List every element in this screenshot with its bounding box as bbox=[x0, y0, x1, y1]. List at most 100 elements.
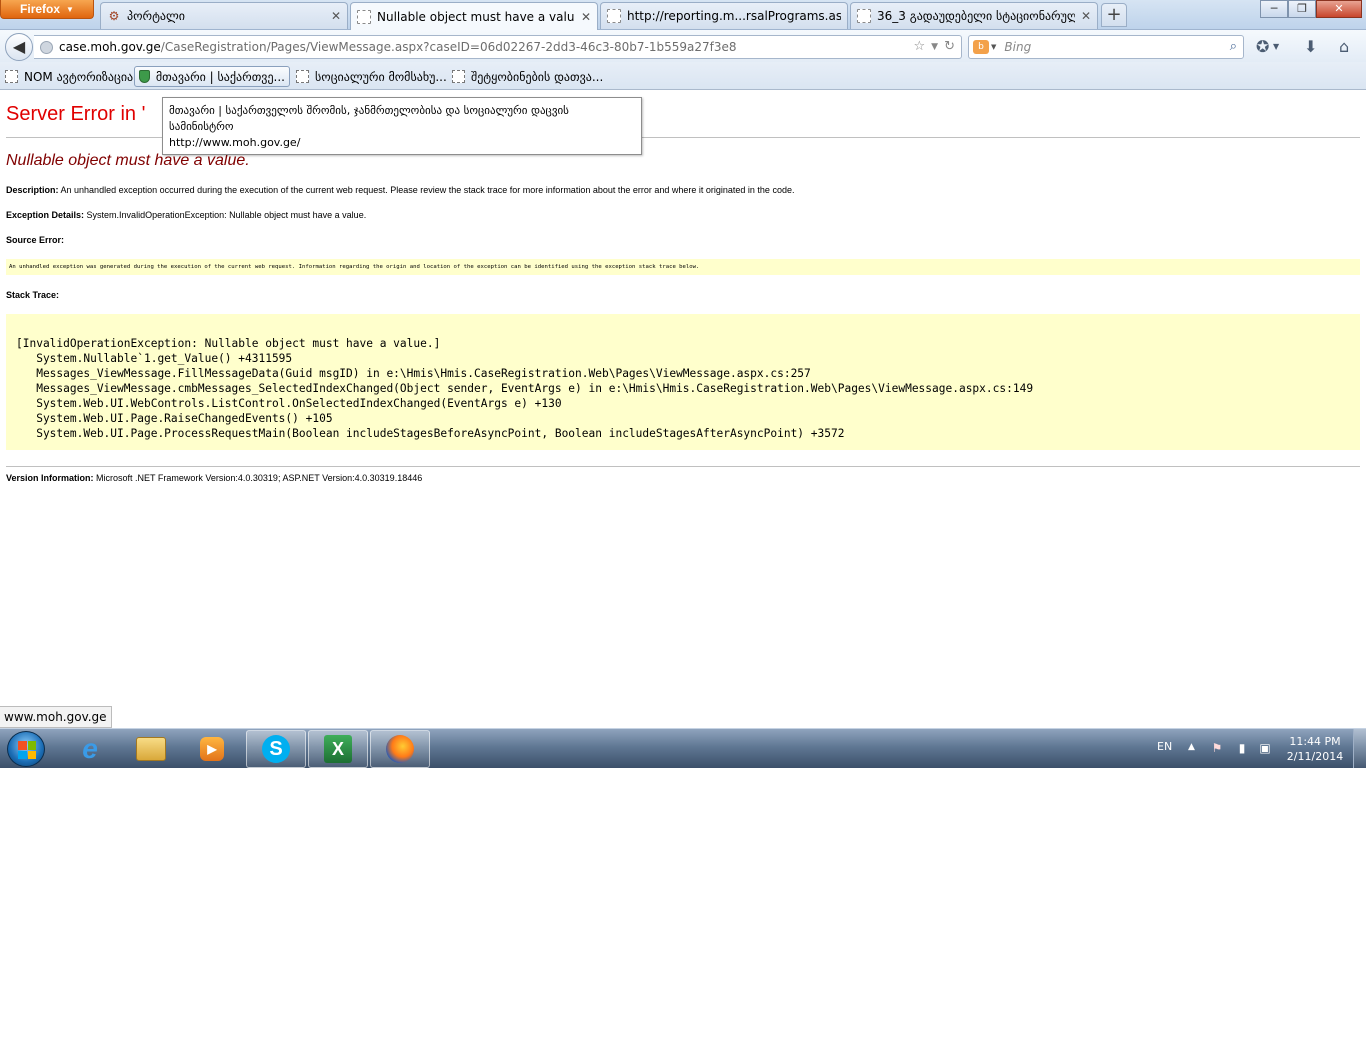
source-error-box: An unhandled exception was generated dur… bbox=[6, 259, 1360, 275]
gear-favicon-icon: ⚙ bbox=[108, 9, 120, 23]
show-desktop-button[interactable] bbox=[1353, 729, 1366, 768]
exception-text: System.InvalidOperationException: Nullab… bbox=[86, 210, 367, 220]
windows-logo-icon bbox=[18, 741, 36, 759]
close-icon[interactable]: ✕ bbox=[1081, 9, 1091, 23]
blank-page-icon bbox=[296, 70, 309, 83]
window-close-button[interactable]: ✕ bbox=[1316, 0, 1362, 18]
search-bar[interactable]: b ▼ Bing ⌕ bbox=[968, 35, 1244, 59]
close-icon[interactable]: ✕ bbox=[581, 10, 591, 24]
restore-button[interactable]: ❐ bbox=[1288, 0, 1316, 18]
excel-icon: X bbox=[324, 735, 352, 763]
close-icon[interactable]: ✕ bbox=[331, 9, 341, 23]
bookmark-label: NOM ავტორიზაცია bbox=[24, 69, 134, 84]
start-button[interactable] bbox=[7, 731, 45, 767]
firefox-menu-label: Firefox bbox=[20, 2, 61, 16]
taskbar-internet-explorer[interactable]: e bbox=[60, 730, 120, 768]
downloads-icon[interactable]: ⬇ bbox=[1304, 37, 1317, 56]
tab-title: 36_3 გადაუდებელი სტაციონარულ... bbox=[877, 9, 1075, 23]
divider bbox=[6, 466, 1360, 467]
source-error-label: Source Error: bbox=[6, 235, 65, 245]
language-indicator[interactable]: EN bbox=[1157, 740, 1172, 753]
blank-page-icon bbox=[5, 70, 18, 83]
tab-title: http://reporting.m...rsalPrograms.aspx bbox=[627, 9, 841, 23]
globe-icon bbox=[40, 40, 53, 54]
bookmark-label: სოციალური მომსახუ... bbox=[315, 69, 447, 84]
tab-36-3[interactable]: 36_3 გადაუდებელი სტაციონარულ... ✕ bbox=[850, 2, 1098, 29]
windows-taskbar: e ▶ S X EN ▲ ⚑ ▮ ▣ 11:44 PM 2/11/2014 bbox=[0, 728, 1366, 768]
back-button[interactable]: ◀ bbox=[5, 33, 33, 61]
navigation-bar: ◀ case.moh.gov.ge /CaseRegistration/Page… bbox=[0, 30, 1366, 62]
taskbar-excel[interactable]: X bbox=[308, 730, 368, 768]
back-arrow-icon: ◀ bbox=[12, 37, 26, 56]
chevron-down-icon[interactable]: ▼ bbox=[1273, 42, 1279, 51]
taskbar-skype[interactable]: S bbox=[246, 730, 306, 768]
clock-date: 2/11/2014 bbox=[1286, 750, 1344, 763]
battery-icon[interactable]: ▮ bbox=[1235, 741, 1249, 755]
bookmark-tooltip: მთავარი | საქართველოს შრომის, ჯანმრთელობ… bbox=[162, 97, 642, 155]
internet-explorer-icon: e bbox=[82, 733, 98, 764]
bing-engine-icon[interactable]: b bbox=[973, 40, 989, 54]
exception-label: Exception Details: bbox=[6, 210, 85, 220]
taskbar-file-explorer[interactable] bbox=[121, 730, 181, 768]
stack-trace-label: Stack Trace: bbox=[6, 290, 60, 300]
tooltip-url: http://www.moh.gov.ge/ bbox=[169, 136, 301, 149]
url-bar[interactable]: case.moh.gov.ge /CaseRegistration/Pages/… bbox=[34, 35, 962, 59]
description-text: An unhandled exception occurred during t… bbox=[60, 185, 795, 195]
network-error-icon[interactable]: ⚑ bbox=[1210, 741, 1224, 755]
taskbar-media-player[interactable]: ▶ bbox=[182, 730, 242, 768]
stack-trace-row: Stack Trace: bbox=[6, 290, 59, 300]
tab-title: პორტალი bbox=[127, 9, 186, 23]
server-error-heading: Server Error in ' bbox=[6, 103, 146, 125]
home-icon[interactable]: ⌂ bbox=[1339, 37, 1349, 56]
bookmark-label: მთავარი | საქართვე... bbox=[155, 69, 285, 84]
tab-strip: Firefox ▼ ⚙ პორტალი ✕ Nullable object mu… bbox=[0, 0, 1366, 30]
stack-trace-box: [InvalidOperationException: Nullable obj… bbox=[6, 314, 1360, 450]
chevron-down-icon[interactable]: ▼ bbox=[991, 43, 996, 51]
status-link-url: www.moh.gov.ge bbox=[0, 706, 112, 728]
bookmarks-toolbar: NOM ავტორიზაცია მთავარი | საქართვე... სო… bbox=[0, 62, 1366, 90]
version-label: Version Information: bbox=[6, 473, 94, 483]
clock-time: 11:44 PM bbox=[1289, 735, 1341, 748]
history-dropdown-icon[interactable]: ▼ bbox=[931, 39, 938, 55]
firefox-icon bbox=[386, 735, 414, 763]
media-player-icon: ▶ bbox=[200, 737, 224, 761]
chevron-down-icon: ▼ bbox=[66, 4, 74, 14]
show-hidden-icons-icon[interactable]: ▲ bbox=[1188, 742, 1195, 752]
skype-icon: S bbox=[262, 735, 290, 763]
version-info-row: Version Information: Microsoft .NET Fram… bbox=[6, 473, 422, 483]
shield-icon bbox=[139, 70, 150, 83]
bookmark-label: შეტყობინების დათვა... bbox=[471, 69, 604, 84]
page-content: Server Error in ' Nullable object must h… bbox=[0, 91, 1366, 727]
minimize-button[interactable]: ─ bbox=[1260, 0, 1288, 18]
bookmark-moh-main[interactable]: მთავარი | საქართვე... bbox=[134, 66, 290, 87]
source-error-row: Source Error: bbox=[6, 235, 64, 245]
network-icon[interactable]: ▣ bbox=[1258, 741, 1272, 755]
taskbar-firefox[interactable] bbox=[370, 730, 430, 768]
tab-nullable-error[interactable]: Nullable object must have a value. ✕ bbox=[350, 2, 598, 30]
exception-details-row: Exception Details: System.InvalidOperati… bbox=[6, 210, 366, 220]
search-icon[interactable]: ⌕ bbox=[1230, 39, 1237, 54]
tab-title: Nullable object must have a value. bbox=[377, 9, 575, 24]
tab-portal[interactable]: ⚙ პორტალი ✕ bbox=[100, 2, 348, 29]
url-host: case.moh.gov.ge bbox=[59, 40, 161, 54]
folder-icon bbox=[136, 737, 166, 761]
version-text: Microsoft .NET Framework Version:4.0.303… bbox=[96, 473, 423, 483]
bookmark-nom-auth[interactable]: NOM ავტორიზაცია bbox=[1, 66, 137, 87]
reload-icon[interactable]: ↻ bbox=[944, 39, 955, 55]
bookmark-message-review[interactable]: შეტყობინების დათვა... bbox=[448, 66, 607, 87]
bookmarks-menu-icon[interactable]: ✪ bbox=[1256, 37, 1269, 56]
description-row: Description: An unhandled exception occu… bbox=[6, 185, 794, 195]
url-path: /CaseRegistration/Pages/ViewMessage.aspx… bbox=[160, 40, 737, 54]
blank-page-icon bbox=[452, 70, 465, 83]
blank-page-icon bbox=[357, 9, 371, 24]
tooltip-title: მთავარი | საქართველოს შრომის, ჯანმრთელობ… bbox=[169, 104, 569, 133]
new-tab-button[interactable]: + bbox=[1101, 3, 1127, 27]
description-label: Description: bbox=[6, 185, 59, 195]
bookmark-social-services[interactable]: სოციალური მომსახუ... bbox=[292, 66, 451, 87]
blank-page-icon bbox=[607, 9, 621, 23]
blank-page-icon bbox=[857, 9, 871, 23]
tab-reporting[interactable]: http://reporting.m...rsalPrograms.aspx bbox=[600, 2, 848, 29]
bookmark-star-icon[interactable]: ☆ bbox=[914, 39, 926, 55]
firefox-menu-button[interactable]: Firefox ▼ bbox=[0, 0, 94, 19]
system-clock[interactable]: 11:44 PM 2/11/2014 bbox=[1280, 734, 1350, 764]
